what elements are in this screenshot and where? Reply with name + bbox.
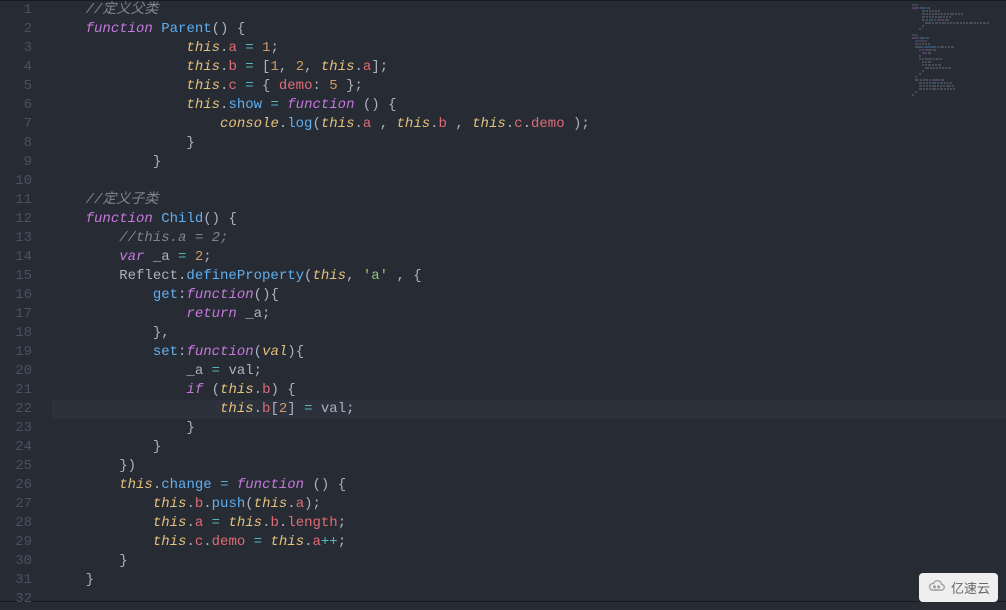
line-number: 25: [0, 457, 32, 476]
code-line[interactable]: this.c = { demo: 5 };: [52, 77, 1006, 96]
line-number: 13: [0, 229, 32, 248]
code-line[interactable]: set:function(val){: [52, 343, 1006, 362]
line-number: 31: [0, 571, 32, 590]
line-number: 5: [0, 77, 32, 96]
line-number: 12: [0, 210, 32, 229]
line-number: 16: [0, 286, 32, 305]
line-number: 7: [0, 115, 32, 134]
line-number: 29: [0, 533, 32, 552]
line-number: 22: [0, 400, 32, 419]
code-line[interactable]: }: [52, 134, 1006, 153]
code-line[interactable]: this.change = function () {: [52, 476, 1006, 495]
code-line[interactable]: this.b[2] = val;: [52, 400, 1006, 419]
code-line[interactable]: [52, 172, 1006, 191]
code-line[interactable]: _a = val;: [52, 362, 1006, 381]
code-line[interactable]: //定义子类: [52, 191, 1006, 210]
code-line[interactable]: this.b = [1, 2, this.a];: [52, 58, 1006, 77]
line-number: 21: [0, 381, 32, 400]
line-number: 10: [0, 172, 32, 191]
code-line[interactable]: this.show = function () {: [52, 96, 1006, 115]
code-line[interactable]: }: [52, 419, 1006, 438]
line-number: 20: [0, 362, 32, 381]
code-line[interactable]: }: [52, 552, 1006, 571]
line-number: 19: [0, 343, 32, 362]
line-number: 14: [0, 248, 32, 267]
line-number: 4: [0, 58, 32, 77]
line-number: 27: [0, 495, 32, 514]
code-line[interactable]: this.a = 1;: [52, 39, 1006, 58]
code-line[interactable]: [52, 590, 1006, 609]
line-number: 8: [0, 134, 32, 153]
code-line[interactable]: this.a = this.b.length;: [52, 514, 1006, 533]
code-line[interactable]: function Child() {: [52, 210, 1006, 229]
code-line[interactable]: }: [52, 153, 1006, 172]
line-number: 1: [0, 1, 32, 20]
line-number: 17: [0, 305, 32, 324]
watermark-badge: 亿速云: [919, 573, 998, 602]
line-number: 18: [0, 324, 32, 343]
code-line[interactable]: function Parent() {: [52, 20, 1006, 39]
line-number: 3: [0, 39, 32, 58]
code-line[interactable]: //this.a = 2;: [52, 229, 1006, 248]
line-number: 26: [0, 476, 32, 495]
line-number-gutter: 1234567891011121314151617181920212223242…: [0, 1, 42, 601]
code-content[interactable]: //定义父类 function Parent() { this.a = 1; t…: [42, 1, 1006, 601]
line-number: 28: [0, 514, 32, 533]
code-line[interactable]: Reflect.defineProperty(this, 'a' , {: [52, 267, 1006, 286]
code-line[interactable]: get:function(){: [52, 286, 1006, 305]
code-line[interactable]: console.log(this.a , this.b , this.c.dem…: [52, 115, 1006, 134]
line-number: 15: [0, 267, 32, 286]
code-line[interactable]: //定义父类: [52, 1, 1006, 20]
code-line[interactable]: }): [52, 457, 1006, 476]
watermark-text: 亿速云: [951, 578, 990, 597]
code-line[interactable]: }: [52, 438, 1006, 457]
line-number: 2: [0, 20, 32, 39]
code-line[interactable]: if (this.b) {: [52, 381, 1006, 400]
line-number: 32: [0, 590, 32, 609]
line-number: 6: [0, 96, 32, 115]
code-line[interactable]: }: [52, 571, 1006, 590]
code-line[interactable]: this.c.demo = this.a++;: [52, 533, 1006, 552]
cloud-icon: [927, 577, 947, 598]
code-line[interactable]: },: [52, 324, 1006, 343]
code-line[interactable]: this.b.push(this.a);: [52, 495, 1006, 514]
line-number: 11: [0, 191, 32, 210]
code-line[interactable]: var _a = 2;: [52, 248, 1006, 267]
line-number: 9: [0, 153, 32, 172]
line-number: 23: [0, 419, 32, 438]
code-editor[interactable]: 1234567891011121314151617181920212223242…: [0, 0, 1006, 602]
line-number: 30: [0, 552, 32, 571]
code-line[interactable]: return _a;: [52, 305, 1006, 324]
line-number: 24: [0, 438, 32, 457]
